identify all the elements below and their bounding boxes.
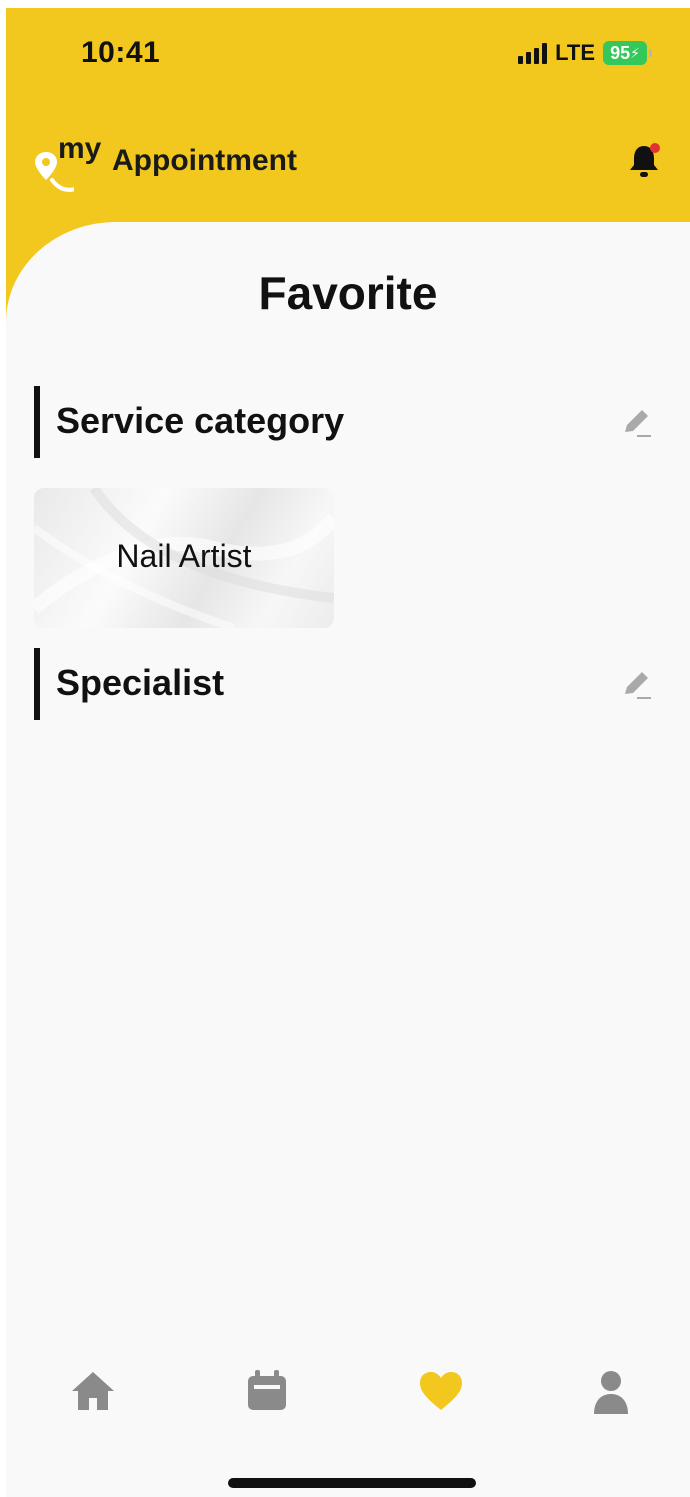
bottom-tab-bar	[6, 1358, 690, 1428]
app-logo: my Appointment	[34, 126, 324, 198]
profile-icon[interactable]	[586, 1366, 636, 1416]
edit-pencil-icon[interactable]	[620, 406, 654, 440]
section-accent-bar	[34, 386, 40, 458]
status-time: 10:41	[81, 36, 161, 69]
page-title: Favorite	[258, 267, 438, 319]
notification-bell-icon[interactable]	[626, 142, 662, 180]
section-title: Specialist	[56, 662, 225, 703]
network-label: LTE	[555, 40, 595, 65]
battery-level: 95	[610, 42, 631, 63]
home-indicator[interactable]	[228, 1478, 476, 1488]
logo-prefix: my	[58, 132, 102, 165]
card-label: Nail Artist	[116, 538, 252, 574]
heart-icon[interactable]	[416, 1366, 466, 1416]
service-category-section: Service category	[34, 386, 654, 458]
signal-icon	[518, 42, 548, 64]
logo-main: Appointment	[112, 144, 297, 177]
specialist-section: Specialist	[34, 648, 654, 720]
home-icon[interactable]	[68, 1366, 118, 1416]
app-screen: 10:41 LTE 95 ⚡ my Appointment Favorite S…	[6, 8, 690, 1497]
section-accent-bar	[34, 648, 40, 720]
calendar-icon[interactable]	[242, 1366, 292, 1416]
battery-icon: 95 ⚡	[603, 41, 647, 65]
battery-tip	[649, 49, 652, 57]
section-title: Service category	[56, 400, 345, 441]
edit-pencil-icon[interactable]	[620, 668, 654, 702]
status-indicators: LTE 95 ⚡	[518, 40, 652, 66]
favorite-category-card[interactable]: Nail Artist	[34, 488, 334, 628]
